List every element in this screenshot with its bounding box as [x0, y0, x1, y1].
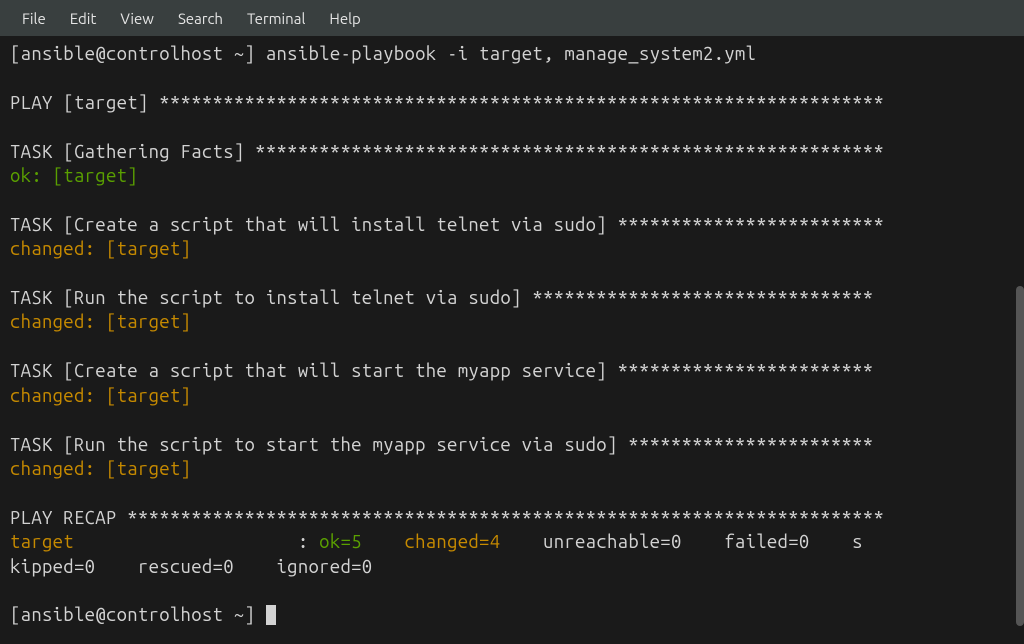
task-gathering-facts: TASK [Gathering Facts] *****************… [10, 142, 884, 162]
recap-ok: ok=5 [319, 532, 394, 552]
terminal-output[interactable]: [ansible@controlhost ~] ansible-playbook… [0, 36, 1024, 634]
menu-edit[interactable]: Edit [58, 10, 109, 27]
task-status-changed: changed: [target] [10, 312, 191, 332]
scrollbar-track[interactable] [1016, 36, 1024, 644]
prompt-end: [ansible@controlhost ~] [10, 605, 266, 625]
task-run-telnet-script: TASK [Run the script to install telnet v… [10, 288, 873, 308]
task-run-myapp-script: TASK [Run the script to start the myapp … [10, 435, 873, 455]
recap-rest: unreachable=0 failed=0 s [532, 532, 862, 552]
task-create-myapp-script: TASK [Create a script that will start th… [10, 361, 873, 381]
recap-target: target [10, 532, 74, 552]
recap-changed: changed=4 [394, 532, 533, 552]
menu-file[interactable]: File [10, 10, 58, 27]
task-status-ok: ok: [target] [10, 166, 138, 186]
task-status-changed: changed: [target] [10, 239, 191, 259]
menu-search[interactable]: Search [166, 10, 235, 27]
recap-colon: : [74, 532, 319, 552]
recap-line2: kipped=0 rescued=0 ignored=0 [10, 557, 372, 577]
menu-help[interactable]: Help [317, 10, 372, 27]
task-status-changed: changed: [target] [10, 386, 191, 406]
menu-bar: File Edit View Search Terminal Help [0, 0, 1024, 36]
command-text [255, 44, 266, 64]
menu-view[interactable]: View [108, 10, 166, 27]
task-status-changed: changed: [target] [10, 459, 191, 479]
play-recap-header: PLAY RECAP *****************************… [10, 508, 884, 528]
play-header: PLAY [target] **************************… [10, 93, 884, 113]
cursor [266, 605, 276, 625]
task-create-telnet-script: TASK [Create a script that will install … [10, 215, 884, 235]
prompt: [ansible@controlhost ~] [10, 44, 255, 64]
scrollbar-thumb[interactable] [1016, 286, 1024, 626]
command: ansible-playbook -i target, manage_syste… [266, 44, 756, 64]
menu-terminal[interactable]: Terminal [235, 10, 317, 27]
